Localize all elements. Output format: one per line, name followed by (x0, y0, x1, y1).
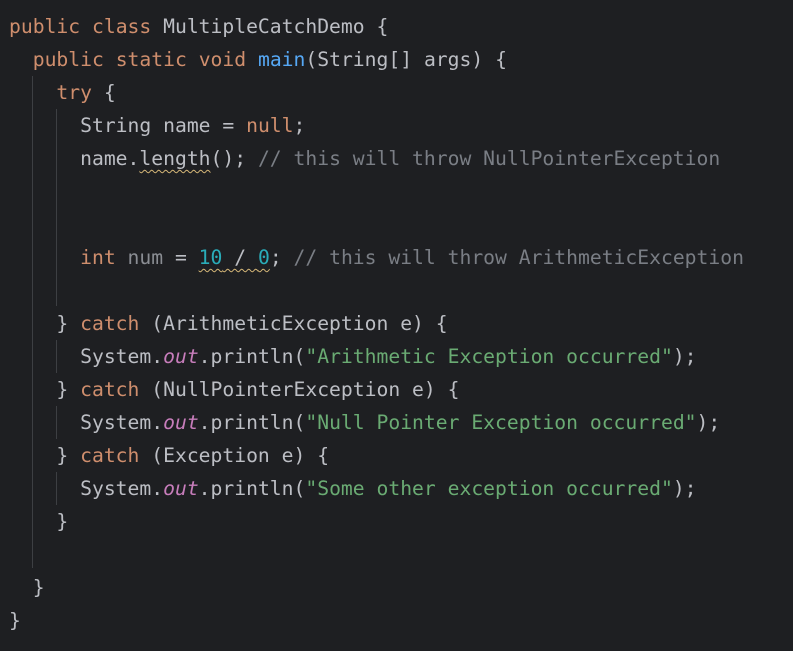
catch-var: e (412, 378, 424, 401)
code-line-println-other: System.out.println("Some other exception… (80, 477, 697, 500)
code-line-main-method: public static void main(String[] args) { (32, 48, 507, 71)
println-method: println (210, 345, 294, 368)
message-arithmetic: "Arithmetic Exception occurred" (305, 345, 673, 368)
message-other: "Some other exception occurred" (305, 477, 673, 500)
call-receiver: name (80, 147, 128, 170)
code-line-division: int num = 10 / 0; // this will throw Ari… (80, 246, 744, 269)
keyword-static: static (115, 48, 187, 71)
code-line-length-call: name.length(); // this will throw NullPo… (80, 147, 721, 170)
system-class: System (80, 345, 152, 368)
keyword-int: int (80, 246, 116, 269)
catch-type-npe: NullPointerException (163, 378, 401, 401)
keyword-catch: catch (80, 444, 140, 467)
method-name: main (257, 48, 306, 71)
out-field: out (163, 411, 199, 434)
keyword-void: void (198, 48, 247, 71)
local-string-type: String (80, 114, 152, 137)
comment-npe: // this will throw NullPointerException (257, 147, 721, 170)
out-field: out (163, 345, 199, 368)
keyword-try: try (56, 81, 92, 104)
code-editor[interactable]: public class MultipleCatchDemo { public … (0, 0, 793, 651)
param-name: args (423, 48, 472, 71)
comment-arith: // this will throw ArithmeticException (293, 246, 744, 269)
code-line-string-declaration: String name = null; (80, 114, 306, 137)
out-field: out (163, 477, 199, 500)
system-class: System (80, 477, 152, 500)
keyword-catch: catch (80, 378, 140, 401)
unused-variable-num: num (127, 246, 164, 269)
denominator: 0 (257, 246, 270, 269)
code-line-class-declaration: public class MultipleCatchDemo { (9, 15, 389, 38)
code-line-println-npe: System.out.println("Null Pointer Excepti… (80, 411, 721, 434)
code-line-close-catch: } (9, 510, 69, 533)
println-method: println (210, 411, 294, 434)
keyword-class: class (91, 15, 152, 38)
keyword-public: public (32, 48, 104, 71)
keyword-catch: catch (80, 312, 140, 335)
null-literal: null (246, 114, 294, 137)
println-method: println (210, 477, 294, 500)
catch-var: e (281, 444, 294, 467)
code-line-catch-exception: } catch (Exception e) { (9, 444, 330, 467)
length-method-warning[interactable]: length (139, 147, 210, 170)
code-line-println-arithmetic: System.out.println("Arithmetic Exception… (80, 345, 697, 368)
code-line-close-class: } (9, 609, 21, 632)
param-type: String[] (317, 48, 413, 71)
class-name: MultipleCatchDemo (163, 15, 365, 38)
code-line-close-method: } (9, 576, 45, 599)
code-line-catch-arithmetic: } catch (ArithmeticException e) { (9, 312, 448, 335)
message-npe: "Null Pointer Exception occurred" (305, 411, 697, 434)
code-line-try: try { (56, 81, 116, 104)
catch-type-arithmetic: ArithmeticException (163, 312, 389, 335)
numerator: 10 (198, 246, 223, 269)
catch-type-exception: Exception (163, 444, 270, 467)
local-string-name: name (163, 114, 211, 137)
system-class: System (80, 411, 152, 434)
keyword-public: public (9, 15, 81, 38)
code-line-catch-npe: } catch (NullPointerException e) { (9, 378, 460, 401)
catch-var: e (400, 312, 413, 335)
